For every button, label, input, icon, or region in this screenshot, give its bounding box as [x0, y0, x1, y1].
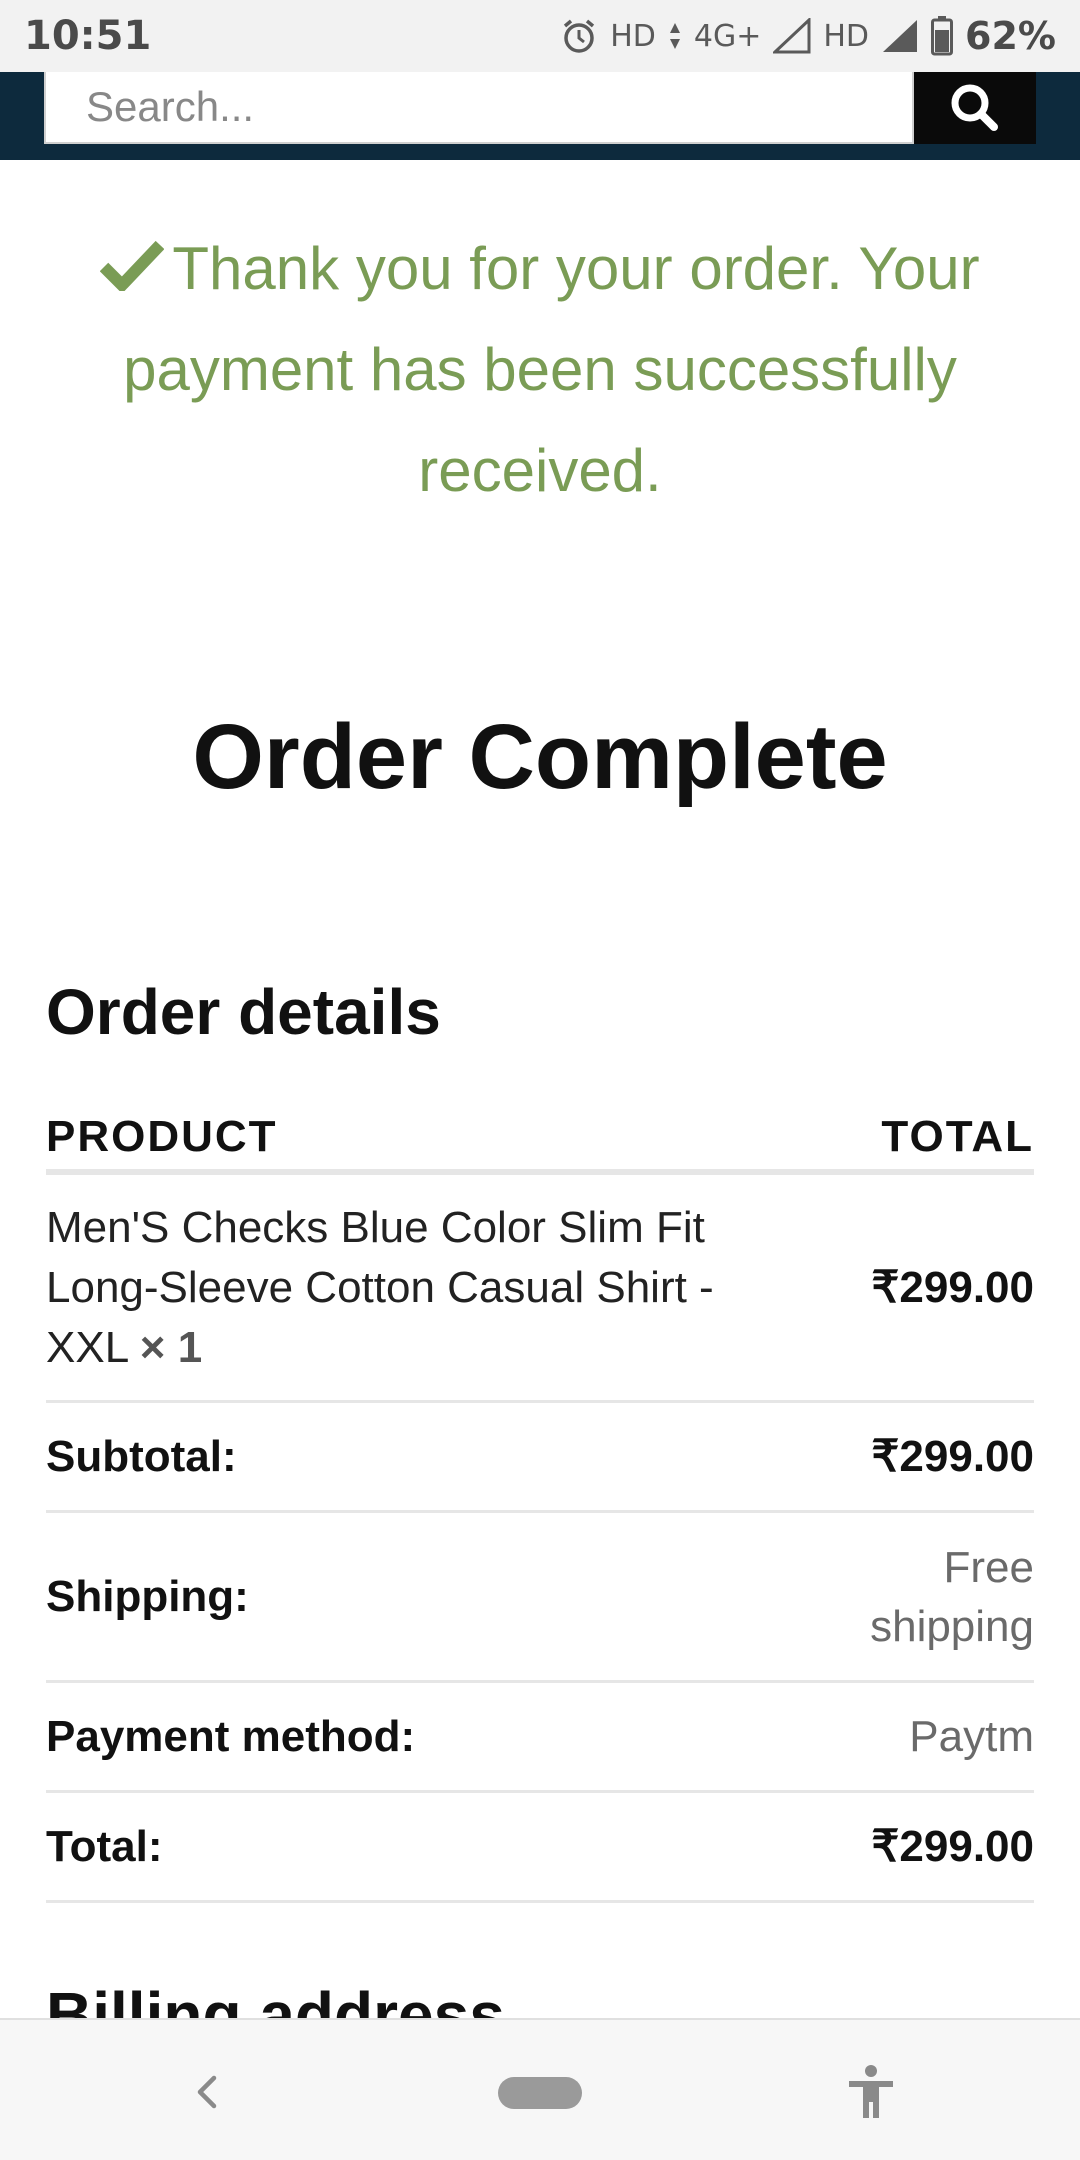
order-success-notice: Thank you for your order. Your payment h…: [60, 218, 1020, 521]
subtotal-row: Subtotal: ₹299.00: [46, 1403, 1034, 1513]
product-quantity: × 1: [139, 1322, 203, 1372]
product-name: Men'S Checks Blue Color Slim Fit Long-Sl…: [46, 1198, 746, 1378]
signal-icon-2: [883, 20, 918, 52]
site-header: Search...: [0, 72, 1080, 160]
hd-indicator: HD: [610, 18, 656, 54]
payment-method-value: Paytm: [909, 1711, 1034, 1761]
status-time: 10:51: [24, 13, 152, 59]
column-header-total: TOTAL: [881, 1112, 1034, 1161]
accessibility-icon[interactable]: [846, 2064, 896, 2120]
subtotal-label: Subtotal:: [46, 1431, 237, 1481]
order-details-title: Order details: [46, 976, 441, 1048]
product-row: Men'S Checks Blue Color Slim Fit Long-Sl…: [46, 1175, 1034, 1403]
status-bar: 10:51 HD 4G+ HD 62%: [0, 0, 1080, 72]
column-header-product: PRODUCT: [46, 1112, 278, 1161]
success-message: Thank you for your order. Your payment h…: [123, 235, 980, 504]
page-title: Order Complete: [192, 706, 888, 808]
alarm-icon: [564, 19, 595, 53]
home-pill-icon[interactable]: [498, 2077, 582, 2109]
payment-method-row: Payment method: Paytm: [46, 1683, 1034, 1793]
total-label: Total:: [46, 1821, 163, 1871]
payment-method-label: Payment method:: [46, 1711, 416, 1761]
system-nav-bar: [0, 2018, 1080, 2160]
battery-icon: [931, 16, 954, 56]
status-icons: HD 4G+ HD 62%: [560, 14, 1056, 58]
total-row: Total: ₹299.00: [46, 1793, 1034, 1903]
search-input[interactable]: Search...: [44, 72, 914, 144]
check-icon: [100, 241, 165, 292]
search-placeholder: Search...: [86, 83, 255, 130]
back-icon[interactable]: [186, 2070, 230, 2114]
shipping-label: Shipping:: [46, 1571, 249, 1621]
search-icon: [951, 84, 998, 131]
network-type: 4G+: [693, 18, 762, 54]
order-details-table: PRODUCT TOTAL Men'S Checks Blue Color Sl…: [46, 1105, 1034, 1903]
total-value: ₹299.00: [871, 1822, 1034, 1871]
shipping-row: Shipping: Free shipping: [46, 1513, 1034, 1683]
signal-icon: [773, 18, 811, 54]
billing-address-title: Billing address: [46, 1979, 505, 2020]
hd-indicator-2: HD: [823, 18, 870, 54]
table-header: PRODUCT TOTAL: [46, 1105, 1034, 1175]
battery-percent: 62%: [965, 14, 1056, 58]
search-button[interactable]: [914, 72, 1036, 144]
shipping-value: Free shipping: [870, 1542, 1034, 1651]
subtotal-value: ₹299.00: [871, 1432, 1034, 1481]
product-total: ₹299.00: [871, 1263, 1034, 1312]
data-arrows-icon: [669, 23, 680, 49]
